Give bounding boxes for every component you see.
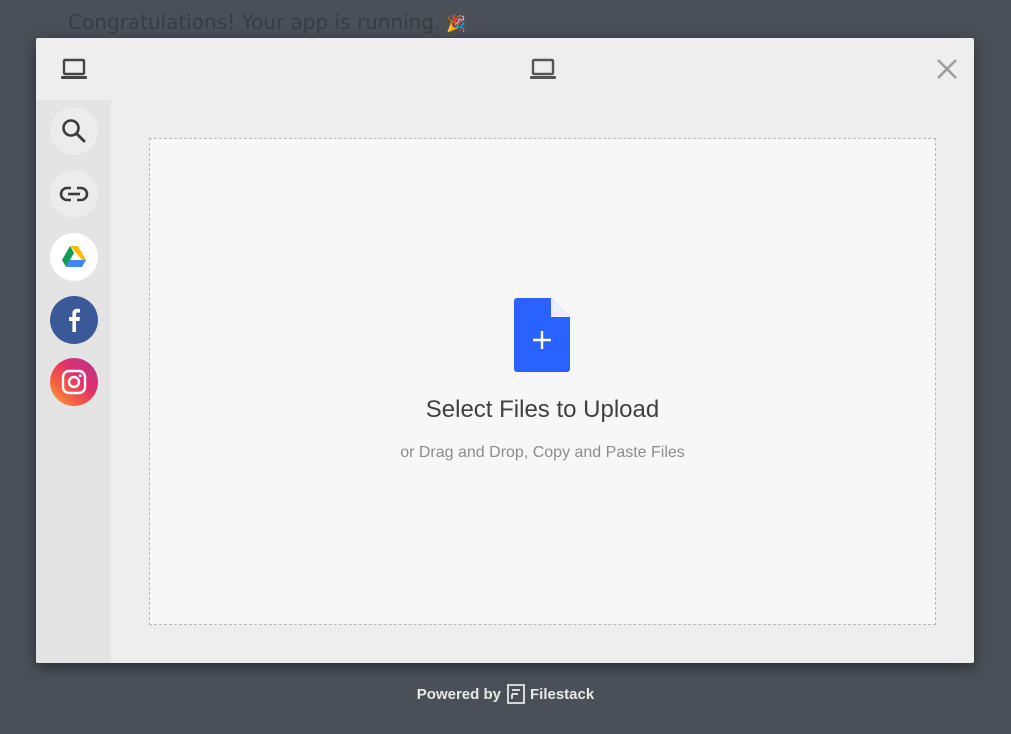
dropzone-subtitle: or Drag and Drop, Copy and Paste Files bbox=[400, 444, 685, 461]
link-icon bbox=[59, 186, 89, 202]
party-popper-icon: 🎉 bbox=[446, 14, 467, 33]
file-add-icon bbox=[514, 298, 570, 372]
modal-header bbox=[36, 38, 974, 100]
upload-dropzone[interactable]: Select Files to Upload or Drag and Drop,… bbox=[149, 138, 936, 625]
brand-name: Filestack bbox=[529, 685, 595, 703]
google-drive-icon bbox=[62, 246, 86, 267]
filestack-logo-icon bbox=[507, 684, 525, 704]
close-icon[interactable] bbox=[934, 56, 960, 82]
source-sidebar bbox=[36, 100, 111, 663]
background-message-text: Congratulations! Your app is running. bbox=[68, 10, 441, 34]
dropzone-title: Select Files to Upload bbox=[425, 396, 660, 423]
instagram-icon bbox=[61, 369, 87, 395]
sidebar-item-link[interactable] bbox=[50, 170, 98, 218]
background-message: Congratulations! Your app is running. 🎉 bbox=[68, 10, 466, 34]
powered-by-label: Powered by bbox=[416, 685, 501, 703]
laptop-icon[interactable] bbox=[529, 57, 557, 81]
sidebar-item-google-drive[interactable] bbox=[50, 233, 98, 281]
search-icon bbox=[62, 119, 86, 143]
facebook-icon bbox=[69, 308, 80, 332]
sidebar-item-facebook[interactable] bbox=[50, 296, 98, 344]
sidebar-item-search[interactable] bbox=[50, 107, 98, 155]
sidebar-item-instagram[interactable] bbox=[50, 358, 98, 406]
file-picker-modal: Select Files to Upload or Drag and Drop,… bbox=[36, 38, 974, 663]
powered-by-footer[interactable]: Powered by Filestack bbox=[0, 684, 1011, 704]
laptop-icon bbox=[61, 58, 87, 79]
